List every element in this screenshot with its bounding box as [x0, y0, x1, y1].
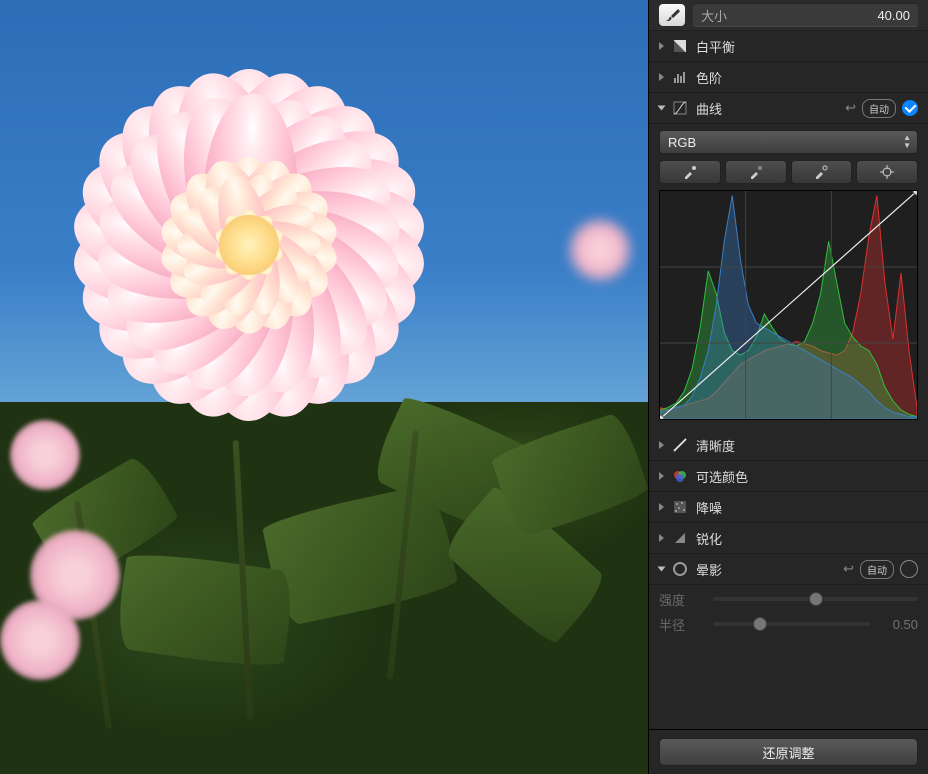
vignette-strength-row: 强度	[649, 585, 928, 613]
vignette-radius-label: 半径	[659, 615, 705, 634]
undo-icon[interactable]: ↩︎	[843, 561, 854, 577]
sidebar-footer: 还原调整	[649, 729, 928, 774]
auto-button[interactable]: 自动	[862, 99, 896, 118]
photo-preview	[0, 0, 648, 774]
white-balance-icon	[672, 38, 688, 54]
vignette-enabled-checkbox[interactable]	[900, 560, 918, 578]
reset-adjustments-button[interactable]: 还原调整	[659, 738, 918, 766]
brush-icon	[664, 7, 680, 23]
disclosure-triangle-icon	[658, 567, 666, 572]
eyedropper-icon	[813, 164, 829, 180]
curves-enabled-checkbox[interactable]	[902, 100, 918, 116]
black-point-picker[interactable]	[659, 160, 721, 184]
disclosure-triangle-icon	[658, 106, 666, 111]
reset-label: 还原调整	[762, 743, 814, 762]
disclosure-triangle-icon	[659, 534, 664, 542]
panel-label: 白平衡	[696, 37, 735, 56]
panel-label: 可选颜色	[696, 467, 748, 486]
disclosure-triangle-icon	[659, 441, 664, 449]
vignette-radius-slider[interactable]	[713, 622, 870, 626]
auto-button[interactable]: 自动	[860, 560, 894, 579]
panel-vignette-header[interactable]: 晕影 ↩︎ 自动	[649, 554, 928, 585]
vignette-icon	[672, 561, 688, 577]
curves-icon	[672, 100, 688, 116]
curves-picker-row	[659, 160, 918, 184]
disclosure-triangle-icon	[659, 73, 664, 81]
panel-label: 降噪	[696, 498, 722, 517]
eyedropper-icon	[748, 164, 764, 180]
disclosure-triangle-icon	[659, 503, 664, 511]
panel-definition[interactable]: 清晰度	[649, 430, 928, 461]
curves-channel-select[interactable]: RGB ▲▼	[659, 130, 918, 154]
levels-icon	[672, 69, 688, 85]
curves-channel-value: RGB	[668, 135, 696, 150]
curves-panel-body: RGB ▲▼	[649, 124, 928, 430]
sharpen-icon	[672, 530, 688, 546]
vignette-strength-slider[interactable]	[713, 597, 918, 601]
panel-label: 清晰度	[696, 436, 735, 455]
vignette-strength-label: 强度	[659, 590, 705, 609]
noise-icon	[672, 499, 688, 515]
add-point-button[interactable]	[856, 160, 918, 184]
selective-color-icon	[672, 468, 688, 484]
undo-icon[interactable]: ↩︎	[845, 100, 856, 116]
adjustments-sidebar: 大小 40.00 白平衡 色阶 曲线 ↩︎ 自动 RG	[648, 0, 928, 774]
panel-label: 晕影	[696, 560, 722, 579]
vignette-radius-value: 0.50	[878, 617, 918, 632]
definition-icon	[672, 437, 688, 453]
brush-tool-button[interactable]	[659, 4, 685, 26]
panel-white-balance[interactable]: 白平衡	[649, 31, 928, 62]
brush-size-row: 大小 40.00	[649, 0, 928, 31]
panel-sharpen[interactable]: 锐化	[649, 523, 928, 554]
select-arrows-icon: ▲▼	[903, 134, 911, 150]
panel-selective-color[interactable]: 可选颜色	[649, 461, 928, 492]
vignette-radius-row: 半径 0.50	[649, 613, 928, 633]
image-canvas[interactable]	[0, 0, 648, 774]
brush-size-label: 大小	[701, 6, 727, 25]
disclosure-triangle-icon	[659, 472, 664, 480]
eyedropper-icon	[682, 164, 698, 180]
panel-levels[interactable]: 色阶	[649, 62, 928, 93]
panel-label: 锐化	[696, 529, 722, 548]
curves-histogram[interactable]	[659, 190, 918, 420]
panel-curves-header[interactable]: 曲线 ↩︎ 自动	[649, 93, 928, 124]
gray-point-picker[interactable]	[725, 160, 787, 184]
brush-size-field[interactable]: 大小 40.00	[693, 3, 918, 27]
panel-noise-reduction[interactable]: 降噪	[649, 492, 928, 523]
white-point-picker[interactable]	[791, 160, 853, 184]
panel-label: 曲线	[696, 99, 722, 118]
panel-label: 色阶	[696, 68, 722, 87]
disclosure-triangle-icon	[659, 42, 664, 50]
target-icon	[879, 164, 895, 180]
brush-size-value: 40.00	[877, 8, 910, 23]
